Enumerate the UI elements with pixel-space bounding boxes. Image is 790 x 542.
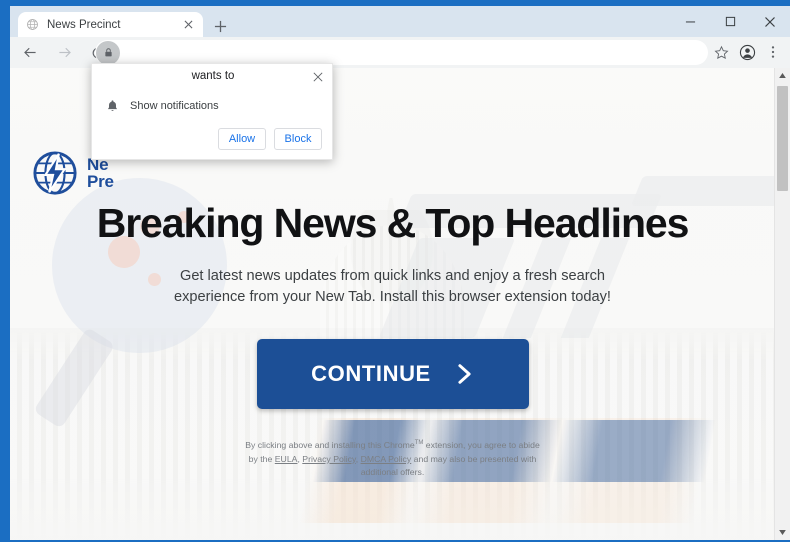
chrome-menu-button[interactable] xyxy=(760,39,786,65)
globe-icon xyxy=(27,19,38,30)
profile-button[interactable] xyxy=(734,39,760,65)
legal-disclaimer: By clicking above and installing this Ch… xyxy=(243,439,543,479)
permission-label: Show notifications xyxy=(130,100,219,112)
close-icon xyxy=(765,16,775,27)
arrow-right-icon xyxy=(58,47,71,58)
notification-permission-popup: wants to Show notifications Allow Block xyxy=(91,63,333,160)
allow-button[interactable]: Allow xyxy=(218,128,266,150)
forward-button[interactable] xyxy=(50,39,78,67)
scroll-down-button[interactable] xyxy=(775,525,790,540)
bell-icon xyxy=(107,100,118,111)
profile-avatar-icon xyxy=(739,44,755,60)
maximize-button[interactable] xyxy=(710,6,750,37)
popup-close-button[interactable] xyxy=(309,68,327,86)
popup-actions: Allow Block xyxy=(218,128,322,150)
tab-strip: News Precinct xyxy=(10,6,790,37)
chevron-right-icon xyxy=(455,362,474,386)
bookmark-button[interactable] xyxy=(708,39,734,65)
lock-icon xyxy=(104,48,112,57)
globe-lightning-icon xyxy=(33,151,77,195)
close-icon xyxy=(313,72,323,82)
allow-button-label: Allow xyxy=(228,133,256,145)
window-controls xyxy=(670,6,790,37)
toolbar-actions xyxy=(708,39,786,65)
back-button[interactable] xyxy=(16,39,44,67)
permission-row: Show notifications xyxy=(106,99,219,113)
new-tab-button[interactable] xyxy=(210,16,230,36)
scroll-up-button[interactable] xyxy=(775,68,790,83)
address-bar[interactable] xyxy=(95,40,708,65)
caret-up-icon xyxy=(779,73,786,78)
page-subtitle: Get latest news updates from quick links… xyxy=(174,268,611,306)
continue-button-label: CONTINUE xyxy=(311,361,431,387)
star-icon xyxy=(713,45,729,59)
privacy-policy-link[interactable]: Privacy Policy xyxy=(302,454,355,464)
tab-title: News Precinct xyxy=(47,18,121,31)
maximize-icon xyxy=(725,16,735,27)
popup-title: wants to xyxy=(191,70,235,82)
block-button[interactable]: Block xyxy=(274,128,322,150)
continue-button[interactable]: CONTINUE xyxy=(256,339,529,410)
vertical-scrollbar[interactable] xyxy=(774,68,790,540)
close-window-button[interactable] xyxy=(750,6,790,37)
plus-icon xyxy=(214,20,226,32)
browser-tab[interactable]: News Precinct xyxy=(18,12,203,37)
tab-close-icon[interactable] xyxy=(181,18,195,32)
browser-window: News Precinct Breaking News & Top Headli… xyxy=(0,0,790,542)
site-info-button[interactable] xyxy=(96,40,120,65)
block-button-label: Block xyxy=(284,133,312,145)
arrow-left-icon xyxy=(23,47,36,58)
site-logo-text: Ne Pre xyxy=(87,155,114,191)
page-title: Breaking News & Top Headlines xyxy=(96,200,690,246)
dmca-policy-link[interactable]: DMCA Policy xyxy=(361,454,412,464)
eula-link[interactable]: EULA xyxy=(275,454,298,464)
minimize-button[interactable] xyxy=(670,6,710,37)
disclaimer-part-1: By clicking above and installing this Ch… xyxy=(245,440,415,451)
caret-down-icon xyxy=(779,530,786,535)
three-dot-menu-icon xyxy=(771,46,775,58)
minimize-icon xyxy=(685,21,695,23)
site-logo-line2: Pre xyxy=(87,172,114,191)
scrollbar-thumb[interactable] xyxy=(777,86,788,191)
